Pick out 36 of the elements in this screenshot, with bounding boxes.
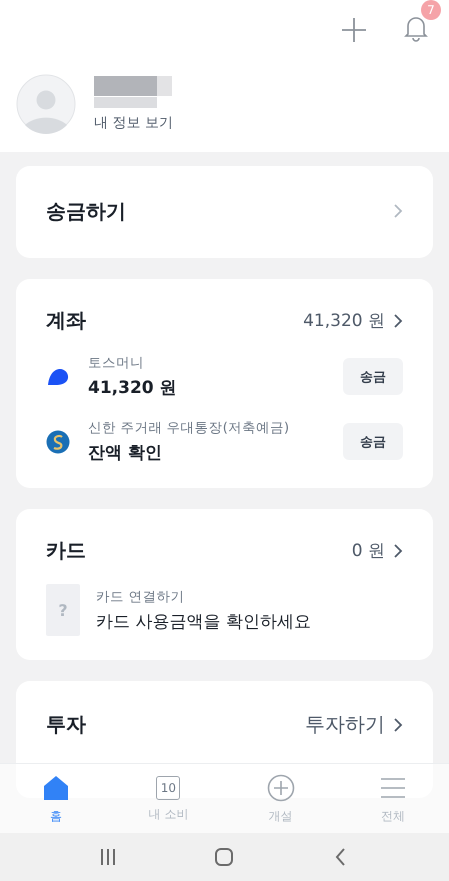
invest-link[interactable]: 투자하기: [305, 711, 385, 738]
total-amount[interactable]: 0 원: [352, 539, 385, 562]
notification-badge: 7: [421, 0, 441, 20]
nav-label: 홈: [50, 808, 62, 824]
nav-label: 내 소비: [148, 806, 188, 822]
card-title: 카드: [46, 537, 87, 564]
chevron-right-icon: [393, 203, 403, 219]
nav-label: 전체: [380, 808, 405, 824]
card-title: 계좌: [46, 307, 87, 334]
nav-tab[interactable]: 10 내 소비: [128, 776, 208, 822]
chevron-right-icon[interactable]: [393, 312, 403, 328]
chevron-right-icon[interactable]: [393, 542, 403, 558]
transfer-card[interactable]: 송금하기: [16, 166, 433, 258]
transfer-button[interactable]: 송금: [343, 423, 403, 460]
home-button-icon[interactable]: [214, 847, 234, 867]
add-icon[interactable]: [341, 16, 367, 44]
card-usage-text: 카드 사용금액을 확인하세요: [96, 610, 312, 632]
card-title: 투자: [46, 711, 87, 738]
transfer-button[interactable]: 송금: [343, 358, 403, 395]
chevron-right-icon[interactable]: [393, 716, 403, 732]
add-circle-icon: [266, 774, 295, 802]
bell-icon[interactable]: [403, 14, 429, 42]
card-placeholder-icon: ?: [46, 584, 80, 636]
calendar-icon: 10: [156, 776, 180, 800]
nav-label: 개설: [268, 808, 293, 824]
account-balance: 잔액 확인: [88, 442, 163, 464]
my-info-link[interactable]: 내 정보 보기: [94, 114, 173, 132]
total-amount[interactable]: 41,320 원: [303, 309, 385, 332]
account-name: 신한 주거래 우대통장(저축예금): [88, 419, 290, 437]
home-icon: [42, 774, 70, 802]
card-title: 송금하기: [46, 198, 126, 224]
nav-tab[interactable]: 홈: [16, 774, 96, 824]
bank-logo-icon: [46, 430, 70, 454]
account-name: 토스머니: [88, 354, 145, 372]
card-link-label[interactable]: 카드 연결하기: [96, 588, 403, 606]
account-balance: 41,320 원: [88, 377, 178, 399]
